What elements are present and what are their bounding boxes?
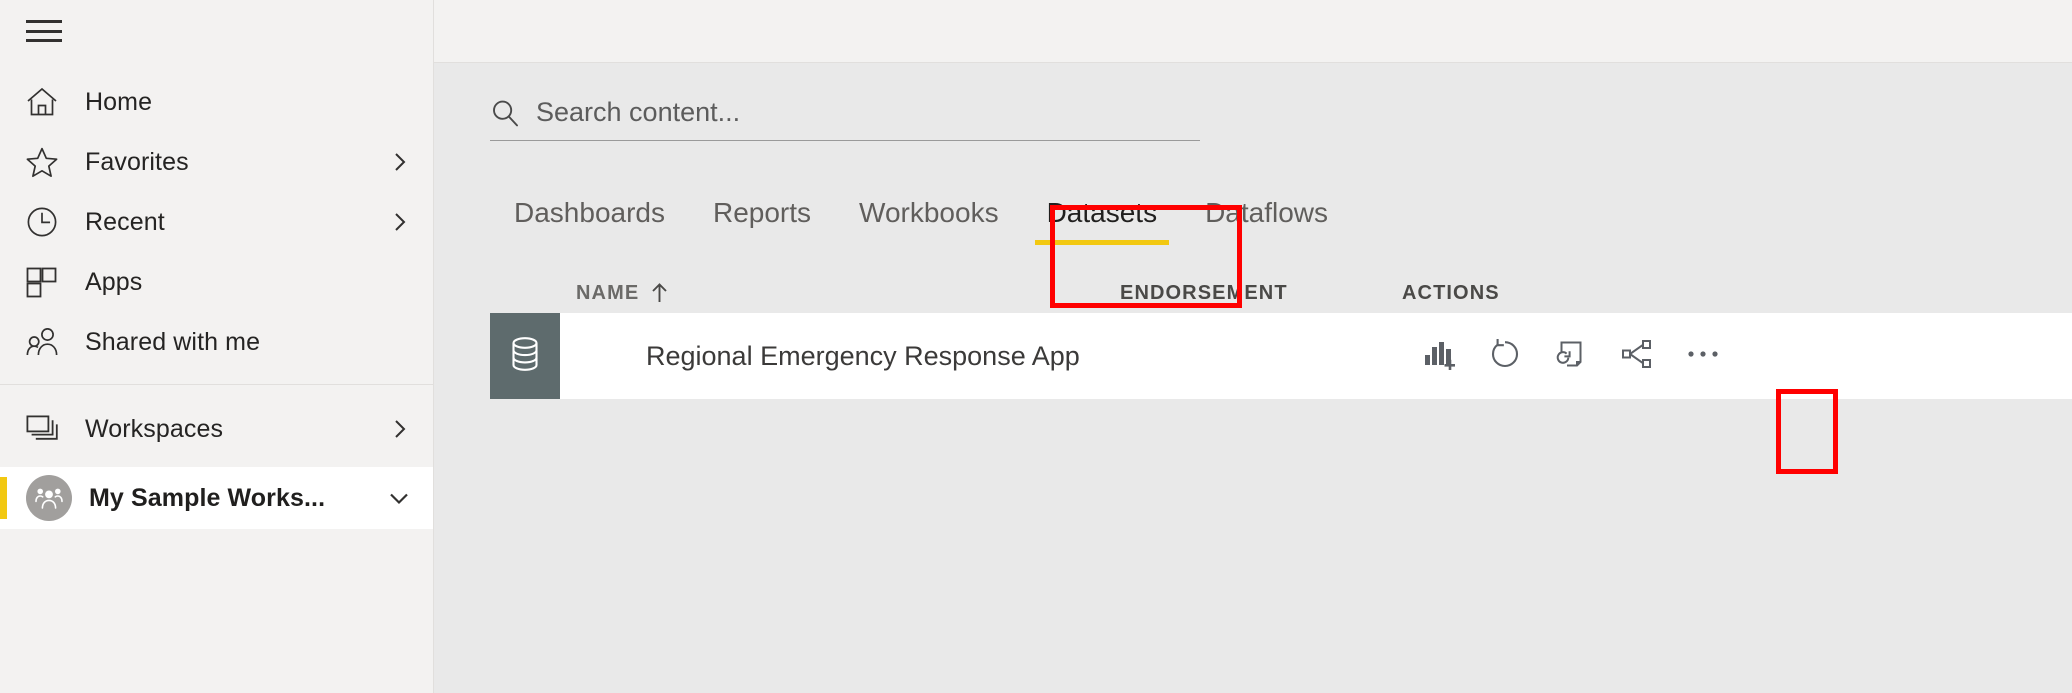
sidebar-item-label: Recent: [85, 207, 165, 236]
dataset-name[interactable]: Regional Emergency Response App: [560, 313, 1120, 399]
sidebar-item-shared-with-me[interactable]: Shared with me: [0, 312, 433, 372]
workspace-content: Dashboards Reports Workbooks Datasets Da…: [434, 63, 2072, 693]
chevron-right-icon: [389, 151, 411, 173]
tab-workbooks[interactable]: Workbooks: [835, 199, 1023, 245]
column-header-actions: ACTIONS: [1402, 282, 2012, 305]
sidebar-item-recent[interactable]: Recent: [0, 192, 433, 252]
tab-reports[interactable]: Reports: [689, 199, 835, 245]
sidebar-item-label: Apps: [85, 267, 143, 296]
schedule-refresh-button[interactable]: [1540, 325, 1602, 387]
column-header-label: ACTIONS: [1402, 281, 1500, 304]
tab-dashboards[interactable]: Dashboards: [490, 199, 689, 245]
primary-nav-group: Home Favorites Recent Apps Shared with m…: [0, 62, 433, 372]
table-row[interactable]: Regional Emergency Response App: [490, 313, 2072, 399]
content-table-body: Regional Emergency Response App: [490, 313, 2072, 399]
tab-label: Datasets: [1046, 197, 1158, 228]
column-header-endorsement: ENDORSEMENT: [1120, 282, 1402, 305]
left-navigation-sidebar: Home Favorites Recent Apps Shared with m…: [0, 0, 434, 693]
tab-active-underline: [1034, 240, 1170, 245]
sidebar-item-home[interactable]: Home: [0, 72, 433, 132]
selected-workspace-label: My Sample Works...: [89, 483, 326, 512]
sidebar-item-apps[interactable]: Apps: [0, 252, 433, 312]
selection-accent-bar: [0, 477, 7, 519]
column-header-name[interactable]: NAME: [490, 282, 1120, 305]
chevron-right-icon: [389, 211, 411, 233]
column-header-label: NAME: [576, 281, 640, 304]
schedule-refresh-icon: [1555, 338, 1587, 375]
column-header-label: ENDORSEMENT: [1120, 281, 1288, 304]
more-options-icon: [1686, 347, 1720, 365]
create-report-button[interactable]: [1408, 325, 1470, 387]
dataset-actions: [1402, 313, 2072, 399]
sidebar-selected-workspace[interactable]: My Sample Works...: [0, 467, 433, 529]
workspaces-nav-group: Workspaces My Sample Works...: [0, 384, 433, 529]
group-avatar-icon: [26, 475, 72, 521]
home-icon: [26, 87, 70, 117]
content-table-header: NAME ENDORSEMENT ACTIONS: [490, 273, 2072, 313]
tab-label: Reports: [712, 197, 812, 228]
sidebar-item-label: Home: [85, 87, 153, 116]
people-icon: [26, 327, 70, 357]
clock-icon: [26, 206, 70, 238]
top-command-bar: [434, 0, 2072, 63]
search-icon: [490, 98, 520, 128]
hamburger-bar: [26, 29, 62, 33]
sort-ascending-icon: [651, 283, 668, 303]
refresh-now-icon: [1489, 338, 1521, 375]
sidebar-item-workspaces[interactable]: Workspaces: [0, 399, 433, 459]
sidebar-item-label: Favorites: [85, 147, 189, 176]
database-icon: [509, 336, 541, 377]
refresh-now-button[interactable]: [1474, 325, 1536, 387]
chevron-down-icon[interactable]: [387, 486, 411, 510]
hamburger-bar: [26, 20, 62, 23]
power-bi-workspace-page: Home Favorites Recent Apps Shared with m…: [0, 0, 2072, 693]
sidebar-item-favorites[interactable]: Favorites: [0, 132, 433, 192]
hamburger-bar: [26, 39, 62, 42]
share-button[interactable]: [1606, 325, 1668, 387]
tab-label: Dataflows: [1205, 197, 1329, 228]
search-input[interactable]: [536, 97, 1200, 128]
dataset-type-tile: [490, 313, 560, 399]
layers-icon: [26, 415, 70, 443]
sidebar-item-label: Workspaces: [85, 414, 224, 443]
star-icon: [26, 147, 70, 178]
search-bar[interactable]: [490, 97, 1200, 141]
more-options-button[interactable]: [1672, 325, 1734, 387]
content-type-tabs: Dashboards Reports Workbooks Datasets Da…: [490, 175, 2072, 245]
main-content-area: Dashboards Reports Workbooks Datasets Da…: [434, 0, 2072, 693]
sidebar-header: [0, 0, 433, 62]
sidebar-item-label: Shared with me: [85, 327, 261, 356]
tab-label: Workbooks: [859, 197, 999, 228]
menu-toggle-button[interactable]: [26, 20, 62, 42]
tab-datasets[interactable]: Datasets: [1023, 199, 1182, 245]
tab-label: Dashboards: [514, 197, 665, 228]
chevron-right-icon: [389, 418, 411, 440]
share-icon: [1621, 338, 1653, 375]
dataset-endorsement: [1120, 313, 1402, 399]
tab-dataflows[interactable]: Dataflows: [1181, 199, 1352, 245]
create-report-icon: [1423, 338, 1456, 375]
apps-grid-icon: [26, 267, 70, 298]
